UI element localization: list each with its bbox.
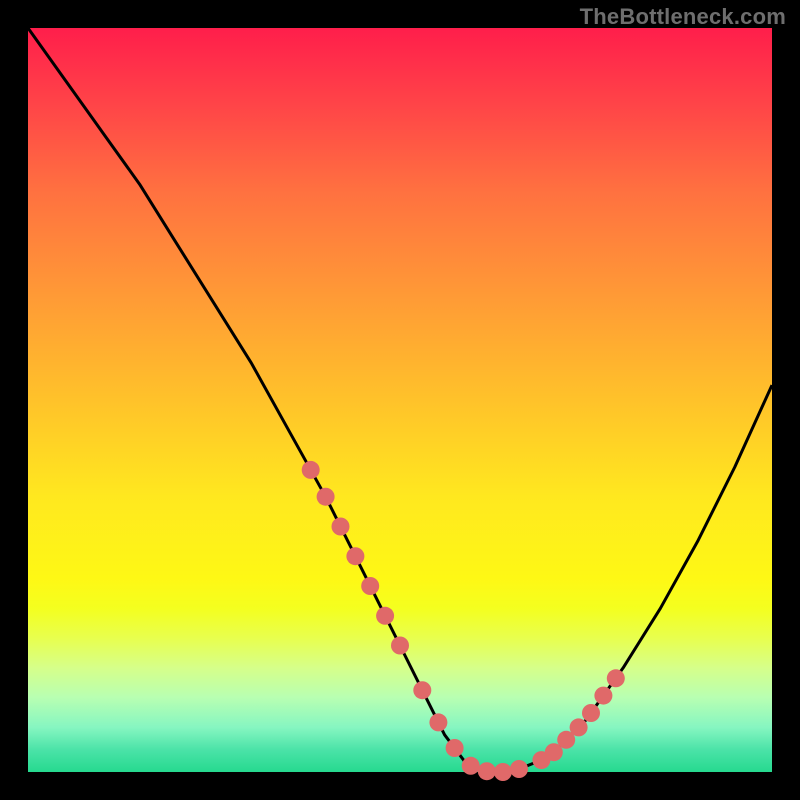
highlight-dot — [317, 488, 335, 506]
highlight-dot — [346, 547, 364, 565]
highlight-dot — [582, 704, 600, 722]
dots-group — [302, 461, 625, 781]
chart-frame: TheBottleneck.com — [0, 0, 800, 800]
highlight-dot — [429, 713, 447, 731]
highlight-dot — [510, 760, 528, 778]
highlight-dot — [478, 762, 496, 780]
plot-area — [28, 28, 772, 772]
highlight-dot — [446, 739, 464, 757]
highlight-dot — [607, 669, 625, 687]
highlight-dot — [361, 577, 379, 595]
highlight-dot — [494, 763, 512, 781]
highlight-dot — [376, 607, 394, 625]
chart-svg — [28, 28, 772, 772]
highlight-dot — [332, 518, 350, 536]
highlight-dot — [302, 461, 320, 479]
highlight-dot — [391, 637, 409, 655]
highlight-dot — [413, 681, 431, 699]
highlight-dot — [570, 718, 588, 736]
highlight-dot — [594, 687, 612, 705]
curve-group — [28, 28, 772, 772]
watermark-text: TheBottleneck.com — [580, 4, 786, 30]
bottleneck-curve-path — [28, 28, 772, 772]
highlight-dot — [462, 757, 480, 775]
